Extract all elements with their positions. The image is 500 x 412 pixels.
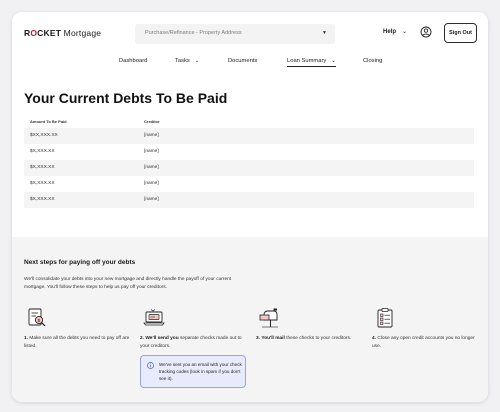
amount-cell: $X,XXX.XX xyxy=(30,197,55,202)
step-number: 4. xyxy=(372,336,377,341)
table-row: $XX,XXX.XX [name] xyxy=(24,128,474,144)
account-icon[interactable] xyxy=(420,26,432,38)
table-row: $X,XXX.XX [name] xyxy=(24,176,474,192)
next-steps-title: Next steps for paying off your debts xyxy=(24,259,136,266)
step-1-text: 1. Make sure all the debts you need to p… xyxy=(24,335,134,350)
logo-letters-cket: CKET xyxy=(37,28,62,38)
email-notice-text: We've sent you an email with your check … xyxy=(159,362,242,381)
nav-tasks[interactable]: Tasks ⌄ xyxy=(175,58,199,64)
logo-mortgage: Mortgage xyxy=(63,28,102,38)
table-row: $X,XXX.XX [name] xyxy=(24,192,474,208)
creditor-cell: [name] xyxy=(144,181,159,186)
app-window: ROCKET Mortgage Purchase/Refinance - Pro… xyxy=(12,12,488,402)
step-number: 2. xyxy=(140,336,145,341)
main-nav: Dashboard Tasks ⌄ Documents Loan Summary ⌄… xyxy=(12,56,488,78)
step-emphasis: We'll send you xyxy=(145,336,179,341)
checklist-icon xyxy=(377,308,393,328)
top-header: ROCKET Mortgage Purchase/Refinance - Pro… xyxy=(12,12,488,56)
amount-cell: $X,XXX.XX xyxy=(30,149,55,154)
nav-closing[interactable]: Closing xyxy=(363,58,382,64)
amount-cell: $X,XXX.XX xyxy=(30,181,55,186)
nav-loan-summary[interactable]: Loan Summary ⌄ xyxy=(287,58,336,67)
column-header-amount: Amount To Be Paid xyxy=(30,119,67,124)
table-header: Amount To Be Paid Creditor xyxy=(24,115,474,128)
step-description: Make sure all the debts you need to pay … xyxy=(24,336,130,349)
column-header-creditor: Creditor xyxy=(144,119,160,124)
chevron-down-icon: ⌄ xyxy=(331,58,336,64)
rocket-mortgage-logo[interactable]: ROCKET Mortgage xyxy=(24,28,101,38)
nav-loan-summary-label: Loan Summary xyxy=(287,58,327,64)
page-title: Your Current Debts To Be Paid xyxy=(24,90,228,106)
creditor-cell: [name] xyxy=(144,165,159,170)
property-address-value: Purchase/Refinance - Property Address xyxy=(145,30,242,36)
document-search-icon: $ xyxy=(28,308,46,327)
chevron-down-icon: ⌄ xyxy=(194,58,200,64)
sign-out-button[interactable]: Sign Out xyxy=(444,23,477,43)
step-emphasis: You'll mail xyxy=(261,336,285,341)
chevron-down-icon[interactable]: ⌄ xyxy=(402,28,407,35)
nav-documents[interactable]: Documents xyxy=(228,58,257,64)
step-description: Close any open credit accounts you no lo… xyxy=(372,336,475,349)
next-steps-description: We'll consolidate your debts into your n… xyxy=(24,277,232,290)
mailbox-icon xyxy=(259,308,278,328)
step-3-text: 3. You'll mail these checks to your cred… xyxy=(256,335,364,343)
email-notice: We've sent you an email with your check … xyxy=(140,355,246,388)
table-row: $X,XXX.XX [name] xyxy=(24,160,474,176)
step-number: 1. xyxy=(24,336,29,341)
table-row: $X,XXX.XX [name] xyxy=(24,144,474,160)
nav-tasks-label: Tasks xyxy=(175,58,190,64)
laptop-check-icon xyxy=(143,309,165,326)
amount-cell: $X,XXX.XX xyxy=(30,165,55,170)
step-2-text: 2. We'll send you separate checks made o… xyxy=(140,335,248,350)
help-menu[interactable]: Help xyxy=(383,29,396,35)
dropdown-caret-icon: ▼ xyxy=(322,30,327,36)
property-address-select[interactable]: Purchase/Refinance - Property Address ▼ xyxy=(135,24,335,44)
creditor-cell: [name] xyxy=(144,197,159,202)
creditor-cell: [name] xyxy=(144,149,159,154)
step-number: 3. xyxy=(256,336,261,341)
step-4-text: 4. Close any open credit accounts you no… xyxy=(372,335,480,350)
nav-dashboard[interactable]: Dashboard xyxy=(119,58,147,64)
debts-table: Amount To Be Paid Creditor $XX,XXX.XX [n… xyxy=(24,115,474,208)
step-description: these checks to your creditors. xyxy=(284,336,352,341)
creditor-cell: [name] xyxy=(144,133,159,138)
next-steps-section: Next steps for paying off your debts We'… xyxy=(12,237,488,402)
info-icon xyxy=(147,362,154,369)
amount-cell: $XX,XXX.XX xyxy=(30,133,58,138)
